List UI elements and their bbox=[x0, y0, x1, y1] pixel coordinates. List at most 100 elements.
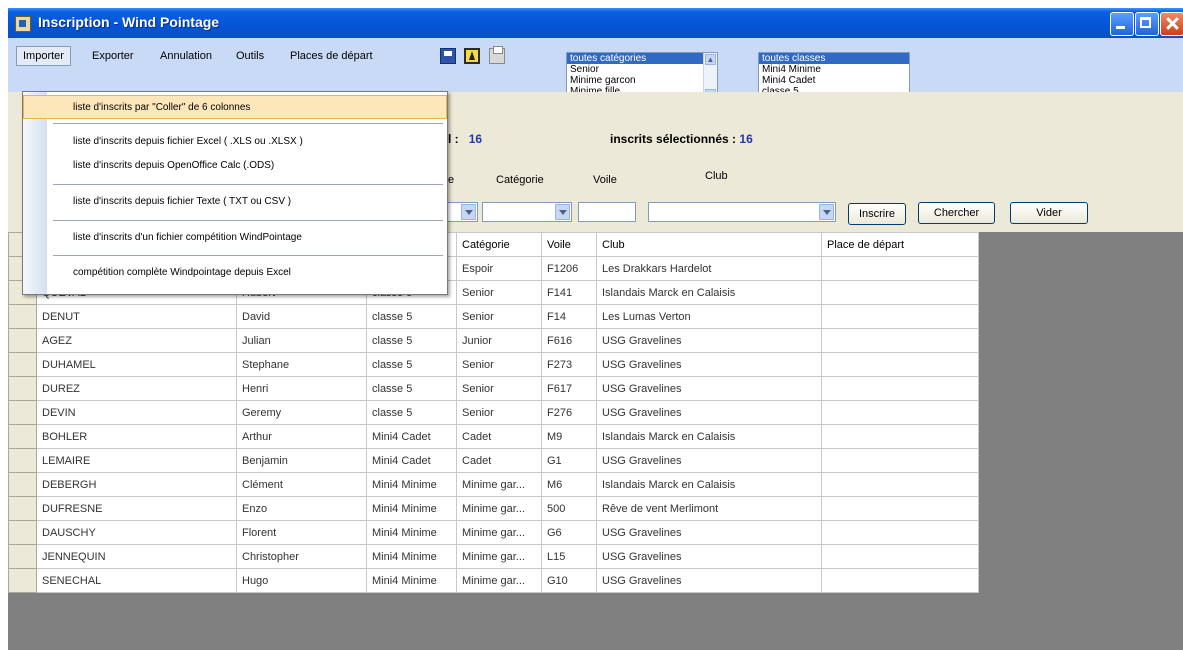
vider-button[interactable]: Vider bbox=[1010, 202, 1088, 224]
import-full-competition-excel[interactable]: compétition complète Windpointage depuis… bbox=[23, 261, 447, 285]
cell-classe[interactable]: Mini4 Minime bbox=[366, 568, 457, 593]
cell-classe[interactable]: Mini4 Minime bbox=[366, 472, 457, 497]
cell-nom[interactable]: DUFRESNE bbox=[36, 496, 237, 521]
import-windpointage-file[interactable]: liste d'inscrits d'un fichier compétitio… bbox=[23, 226, 447, 250]
class-option[interactable]: toutes classes bbox=[759, 53, 909, 64]
cell-place-depart[interactable] bbox=[821, 496, 979, 521]
cell-categorie[interactable]: Senior bbox=[456, 304, 542, 329]
cell-nom[interactable]: AGEZ bbox=[36, 328, 237, 353]
column-header-club[interactable]: Club bbox=[596, 232, 822, 257]
row-header[interactable] bbox=[8, 400, 37, 425]
cell-prenom[interactable]: Stephane bbox=[236, 352, 367, 377]
cell-place-depart[interactable] bbox=[821, 304, 979, 329]
cell-prenom[interactable]: Benjamin bbox=[236, 448, 367, 473]
row-header[interactable] bbox=[8, 448, 37, 473]
cell-classe[interactable]: classe 5 bbox=[366, 376, 457, 401]
cell-prenom[interactable]: Hugo bbox=[236, 568, 367, 593]
cell-nom[interactable]: SENECHAL bbox=[36, 568, 237, 593]
cell-classe[interactable]: classe 5 bbox=[366, 328, 457, 353]
cell-voile[interactable]: F14 bbox=[541, 304, 597, 329]
class-option[interactable]: Mini4 Cadet bbox=[759, 75, 909, 86]
categorie-filter-combo[interactable] bbox=[482, 202, 572, 222]
cell-categorie[interactable]: Senior bbox=[456, 352, 542, 377]
cell-place-depart[interactable] bbox=[821, 376, 979, 401]
table-row[interactable]: SENECHAL Hugo Mini4 Minime Minime gar... G10… bbox=[8, 568, 979, 593]
table-row[interactable]: DENUT David classe 5 Senior F14 Les Lumas Ver… bbox=[8, 304, 979, 329]
minimize-button[interactable] bbox=[1110, 12, 1134, 36]
cell-place-depart[interactable] bbox=[821, 424, 979, 449]
cell-nom[interactable]: LEMAIRE bbox=[36, 448, 237, 473]
row-header[interactable] bbox=[8, 304, 37, 329]
cell-voile[interactable]: M9 bbox=[541, 424, 597, 449]
cell-place-depart[interactable] bbox=[821, 328, 979, 353]
cell-club[interactable]: USG Gravelines bbox=[596, 400, 822, 425]
cell-classe[interactable]: Mini4 Minime bbox=[366, 520, 457, 545]
close-button[interactable] bbox=[1160, 12, 1183, 36]
scroll-up-icon[interactable]: ▲ bbox=[705, 54, 716, 65]
cell-nom[interactable]: BOHLER bbox=[36, 424, 237, 449]
cell-categorie[interactable]: Minime gar... bbox=[456, 520, 542, 545]
cell-club[interactable]: Les Lumas Verton bbox=[596, 304, 822, 329]
menu-places-depart[interactable]: Places de départ bbox=[284, 46, 379, 66]
cell-nom[interactable]: DENUT bbox=[36, 304, 237, 329]
cell-nom[interactable]: JENNEQUIN bbox=[36, 544, 237, 569]
row-header[interactable] bbox=[8, 568, 37, 593]
cell-club[interactable]: USG Gravelines bbox=[596, 448, 822, 473]
cell-categorie[interactable]: Minime gar... bbox=[456, 544, 542, 569]
row-header[interactable] bbox=[8, 496, 37, 521]
upload-arrow-icon[interactable] bbox=[464, 48, 480, 64]
cell-place-depart[interactable] bbox=[821, 520, 979, 545]
table-row[interactable]: LEMAIRE Benjamin Mini4 Cadet Cadet G1 USG Gra… bbox=[8, 448, 979, 473]
cell-classe[interactable]: Mini4 Cadet bbox=[366, 424, 457, 449]
cell-categorie[interactable]: Espoir bbox=[456, 256, 542, 281]
cell-prenom[interactable]: Clément bbox=[236, 472, 367, 497]
cell-categorie[interactable]: Senior bbox=[456, 280, 542, 305]
menu-annulation[interactable]: Annulation bbox=[154, 46, 218, 66]
cell-club[interactable]: USG Gravelines bbox=[596, 328, 822, 353]
cell-prenom[interactable]: Christopher bbox=[236, 544, 367, 569]
cell-prenom[interactable]: Julian bbox=[236, 328, 367, 353]
cell-voile[interactable]: G6 bbox=[541, 520, 597, 545]
table-row[interactable]: DEVIN Geremy classe 5 Senior F276 USG Graveli… bbox=[8, 400, 979, 425]
cell-club[interactable]: Les Drakkars Hardelot bbox=[596, 256, 822, 281]
maximize-button[interactable] bbox=[1135, 12, 1159, 36]
chevron-down-icon[interactable] bbox=[461, 204, 476, 220]
cell-categorie[interactable]: Senior bbox=[456, 400, 542, 425]
table-row[interactable]: DEBERGH Clément Mini4 Minime Minime gar... M… bbox=[8, 472, 979, 497]
title-bar[interactable]: Inscription - Wind Pointage bbox=[8, 8, 1183, 38]
column-header-place-depart[interactable]: Place de départ bbox=[821, 232, 979, 257]
column-header-voile[interactable]: Voile bbox=[541, 232, 597, 257]
column-header-categorie[interactable]: Catégorie bbox=[456, 232, 542, 257]
cell-place-depart[interactable] bbox=[821, 448, 979, 473]
cell-place-depart[interactable] bbox=[821, 544, 979, 569]
cell-voile[interactable]: G1 bbox=[541, 448, 597, 473]
cell-voile[interactable]: M6 bbox=[541, 472, 597, 497]
category-option[interactable]: Senior bbox=[567, 64, 717, 75]
row-header[interactable] bbox=[8, 424, 37, 449]
row-header[interactable] bbox=[8, 328, 37, 353]
voile-filter-input[interactable] bbox=[578, 202, 636, 222]
inscrire-button[interactable]: Inscrire bbox=[848, 203, 906, 225]
cell-nom[interactable]: DAUSCHY bbox=[36, 520, 237, 545]
row-header[interactable] bbox=[8, 352, 37, 377]
cell-voile[interactable]: F141 bbox=[541, 280, 597, 305]
cell-voile[interactable]: G10 bbox=[541, 568, 597, 593]
row-header[interactable] bbox=[8, 376, 37, 401]
cell-prenom[interactable]: Enzo bbox=[236, 496, 367, 521]
cell-club[interactable]: Islandais Marck en Calaisis bbox=[596, 280, 822, 305]
import-excel-file[interactable]: liste d'inscrits depuis fichier Excel ( … bbox=[23, 130, 447, 154]
cell-classe[interactable]: classe 5 bbox=[366, 400, 457, 425]
cell-voile[interactable]: L15 bbox=[541, 544, 597, 569]
cell-club[interactable]: USG Gravelines bbox=[596, 544, 822, 569]
cell-place-depart[interactable] bbox=[821, 352, 979, 377]
cell-voile[interactable]: F617 bbox=[541, 376, 597, 401]
cell-classe[interactable]: classe 5 bbox=[366, 352, 457, 377]
cell-categorie[interactable]: Minime gar... bbox=[456, 568, 542, 593]
category-option[interactable]: toutes catégories bbox=[567, 53, 717, 64]
import-text-file[interactable]: liste d'inscrits depuis fichier Texte ( … bbox=[23, 190, 447, 214]
cell-classe[interactable]: Mini4 Minime bbox=[366, 496, 457, 521]
cell-club[interactable]: Islandais Marck en Calaisis bbox=[596, 424, 822, 449]
menu-outils[interactable]: Outils bbox=[230, 46, 270, 66]
cell-voile[interactable]: 500 bbox=[541, 496, 597, 521]
cell-club[interactable]: USG Gravelines bbox=[596, 520, 822, 545]
